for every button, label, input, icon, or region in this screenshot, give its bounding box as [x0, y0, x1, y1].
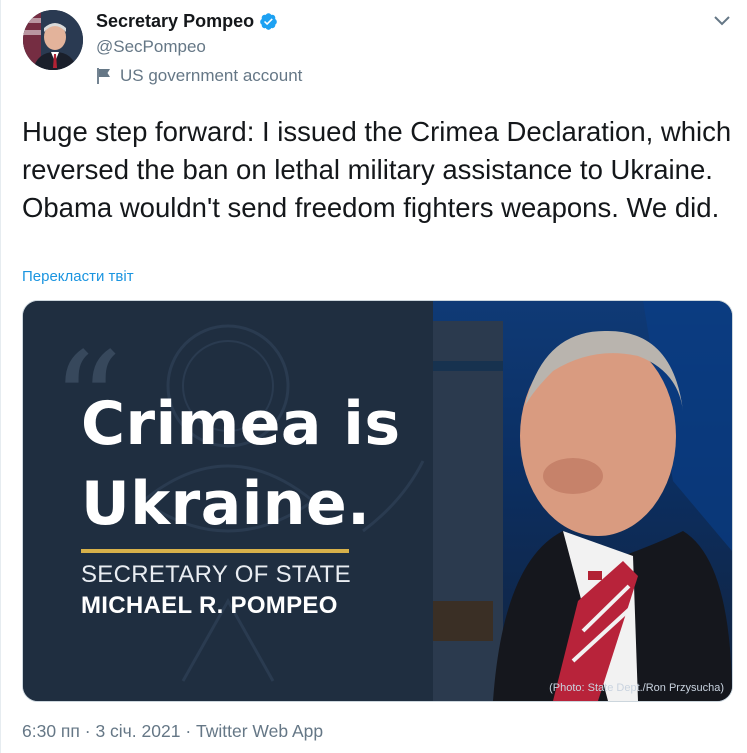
author-name-row[interactable]: Secretary Pompeo: [96, 11, 278, 32]
government-flag-icon: [97, 68, 110, 84]
verified-badge-icon: [260, 13, 277, 30]
government-account-text: US government account: [120, 66, 303, 85]
author-handle[interactable]: @SecPompeo: [96, 37, 206, 57]
translate-tweet-link[interactable]: Перекласти твіт: [22, 268, 134, 285]
display-name[interactable]: Secretary Pompeo: [96, 11, 254, 32]
tweet-date[interactable]: 3 січ. 2021: [95, 721, 180, 741]
avatar[interactable]: [23, 10, 83, 70]
media-graphic-panel: “ Crimea is Ukraine. SECRETARY OF STATE …: [23, 301, 433, 701]
government-account-label[interactable]: US government account: [96, 66, 302, 86]
meta-separator: ·: [79, 721, 96, 741]
media-photo-panel: (Photo: State Dept./Ron Przysucha): [433, 301, 732, 701]
chevron-down-icon[interactable]: [713, 14, 731, 28]
portrait-photo: [433, 301, 732, 701]
media-headline-line2: Ukraine.: [81, 469, 371, 539]
photo-credit: (Photo: State Dept./Ron Przysucha): [549, 682, 724, 694]
tweet-left-border: [0, 0, 1, 753]
media-secretary-name: MICHAEL R. POMPEO: [81, 592, 338, 619]
media-secretary-title: SECRETARY OF STATE: [81, 561, 351, 588]
tweet-source[interactable]: Twitter Web App: [196, 721, 323, 741]
tweet-time[interactable]: 6:30 пп: [22, 721, 80, 741]
meta-separator: ·: [180, 721, 197, 741]
gold-divider: [81, 549, 349, 553]
media-headline-line1: Crimea is: [81, 389, 401, 459]
tweet-meta: 6:30 пп · 3 січ. 2021 · Twitter Web App: [22, 721, 323, 742]
tweet-media-image[interactable]: “ Crimea is Ukraine. SECRETARY OF STATE …: [22, 300, 733, 702]
tweet-text: Huge step forward: I issued the Crimea D…: [22, 116, 732, 223]
